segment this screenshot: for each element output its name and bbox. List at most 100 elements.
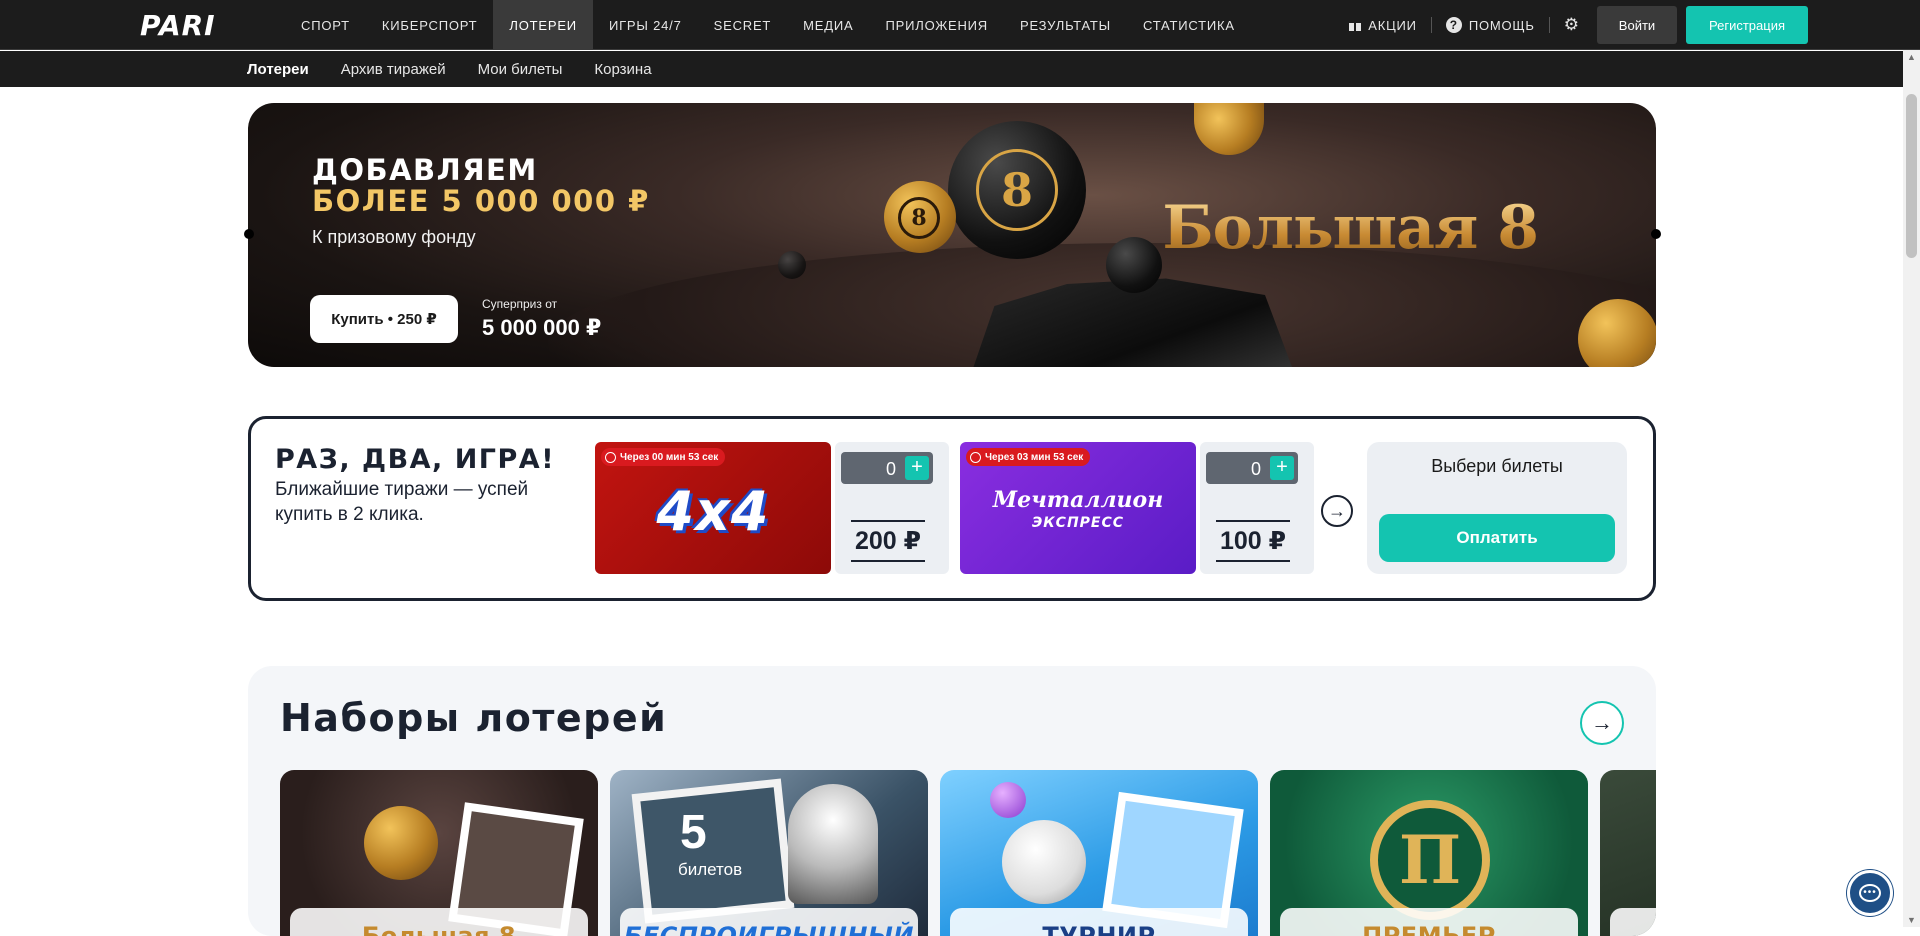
hero-banner[interactable]: 8 8 ДОБАВЛЯЕМ БОЛЕЕ 5 000 000 ₽ К призов… bbox=[248, 103, 1656, 367]
ticket-price: 200 ₽ bbox=[851, 520, 925, 562]
quick-play-title: РАЗ, ДВА, ИГРА! bbox=[275, 444, 556, 475]
astronaut-image bbox=[788, 784, 878, 904]
help-icon: ? bbox=[1445, 17, 1462, 33]
carousel-dot[interactable] bbox=[244, 229, 254, 239]
buy-button[interactable]: Купить • 250 ₽ bbox=[310, 295, 458, 343]
top-navbar: PARI СПОРТ КИБЕРСПОРТ ЛОТЕРЕИ ИГРЫ 24/7 … bbox=[0, 0, 1920, 50]
set-card[interactable]: ТУРНИР bbox=[940, 770, 1258, 936]
login-button[interactable]: Войти bbox=[1597, 6, 1677, 44]
hero-title: ДОБАВЛЯЕМ bbox=[312, 153, 538, 187]
pari-logo[interactable]: PARI bbox=[140, 8, 216, 42]
subnav-item-archive[interactable]: Архив тиражей bbox=[341, 61, 446, 78]
nav-item-secret[interactable]: SECRET bbox=[698, 0, 788, 50]
quantity-value: 0 bbox=[885, 459, 896, 479]
ticket-count-number: 5 bbox=[680, 806, 707, 859]
payment-card: Выбери билеты Оплатить bbox=[1367, 442, 1627, 574]
logo-text: PARI bbox=[140, 8, 216, 42]
clock-icon bbox=[970, 451, 981, 463]
promo-label: АКЦИИ bbox=[1368, 17, 1417, 33]
chat-button[interactable]: ••• bbox=[1847, 870, 1893, 916]
nav-item-lotteries[interactable]: ЛОТЕРЕИ bbox=[493, 0, 593, 50]
subnav-item-cart[interactable]: Корзина bbox=[594, 61, 651, 78]
carousel-dot[interactable] bbox=[1651, 229, 1661, 239]
nav-item-media[interactable]: МЕДИА bbox=[787, 0, 869, 50]
scroll-up-icon[interactable]: ▲ bbox=[1907, 52, 1916, 62]
hero-ball-image bbox=[778, 251, 806, 279]
lottery-logo-mechtallion: Мечталлион bbox=[992, 487, 1164, 513]
hero-ball-image bbox=[1578, 299, 1656, 367]
nav-item-statistics[interactable]: СТАТИСТИКА bbox=[1127, 0, 1251, 50]
help-label: ПОМОЩЬ bbox=[1468, 17, 1535, 33]
superprize-value: 5 000 000 ₽ bbox=[482, 315, 602, 340]
gift-icon bbox=[1349, 19, 1362, 31]
ball-number: 8 bbox=[898, 197, 940, 239]
timer-text: Через 00 мин 53 сек bbox=[620, 451, 719, 463]
lottery-sets-section: Наборы лотерей → Большая 8 5 билетов БЕС… bbox=[248, 666, 1656, 936]
quick-play-section: РАЗ, ДВА, ИГРА! Ближайшие тиражи — успей… bbox=[248, 416, 1656, 601]
help-link[interactable]: ? ПОМОЩЬ bbox=[1432, 17, 1549, 33]
photo-frame-image bbox=[631, 778, 795, 924]
set-card-label: БЕСПРОИГРЫШНЫЙ bbox=[620, 908, 918, 936]
plus-icon[interactable]: + bbox=[1270, 456, 1294, 480]
hero-subtitle: К призовому фонду bbox=[312, 227, 476, 247]
set-card[interactable]: 5 билетов БЕСПРОИГРЫШНЫЙ bbox=[610, 770, 928, 936]
nav-item-games[interactable]: ИГРЫ 24/7 bbox=[593, 0, 698, 50]
nav-item-sport[interactable]: СПОРТ bbox=[285, 0, 366, 50]
hero-title-amount: БОЛЕЕ 5 000 000 ₽ bbox=[312, 184, 650, 218]
main-nav: СПОРТ КИБЕРСПОРТ ЛОТЕРЕИ ИГРЫ 24/7 SECRE… bbox=[285, 0, 1251, 50]
gear-icon[interactable]: ⚙ bbox=[1550, 15, 1593, 35]
ticket-counter: 0 + 200 ₽ bbox=[835, 442, 949, 574]
scroll-down-icon[interactable]: ▼ bbox=[1907, 915, 1916, 925]
right-nav: АКЦИИ ? ПОМОЩЬ ⚙ Войти Регистрация bbox=[1335, 0, 1808, 50]
set-card[interactable] bbox=[1600, 770, 1656, 936]
set-card-label: ПРЕМЬЕР bbox=[1280, 908, 1578, 936]
quantity-stepper[interactable]: 0 + bbox=[841, 452, 933, 484]
lottery-logo-4x4: 4x4 bbox=[656, 480, 770, 543]
payment-title: Выбери билеты bbox=[1431, 456, 1563, 476]
set-card[interactable]: П ПРЕМЬЕР bbox=[1270, 770, 1588, 936]
hero-ball-image: 8 bbox=[948, 121, 1086, 259]
set-card-label: Большая 8 bbox=[290, 908, 588, 936]
chat-icon: ••• bbox=[1859, 884, 1881, 902]
quantity-value: 0 bbox=[1250, 459, 1261, 479]
arrow-right-icon[interactable]: → bbox=[1580, 701, 1624, 745]
hero-ball-image: 8 bbox=[884, 181, 956, 253]
pay-button[interactable]: Оплатить bbox=[1379, 514, 1615, 562]
nav-item-esports[interactable]: КИБЕРСПОРТ bbox=[366, 0, 494, 50]
set-card-label: ТУРНИР bbox=[950, 908, 1248, 936]
ball-number: 8 bbox=[976, 149, 1058, 231]
lottery-logo: Большая 8 bbox=[1162, 193, 1539, 263]
ball-image bbox=[364, 806, 438, 880]
lottery-ticket-4x4[interactable]: Через 00 мин 53 сек 4x4 bbox=[595, 442, 831, 574]
quick-play-subtitle: Ближайшие тиражи — успей купить в 2 клик… bbox=[275, 479, 529, 525]
timer-text: Через 03 мин 53 сек bbox=[985, 451, 1084, 463]
football-image bbox=[1002, 820, 1086, 904]
nav-item-apps[interactable]: ПРИЛОЖЕНИЯ bbox=[869, 0, 1004, 50]
set-card-label bbox=[1610, 908, 1656, 936]
ticket-count-word: билетов bbox=[678, 860, 743, 879]
hero-ball-image bbox=[1194, 103, 1264, 155]
quantity-stepper[interactable]: 0 + bbox=[1206, 452, 1298, 484]
subnav-item-my-tickets[interactable]: Мои билеты bbox=[478, 61, 563, 78]
plus-icon[interactable]: + bbox=[905, 456, 929, 480]
lottery-ticket-mechtallion[interactable]: Через 03 мин 53 сек Мечталлион ЭКСПРЕСС bbox=[960, 442, 1196, 574]
ticket-price: 100 ₽ bbox=[1216, 520, 1290, 562]
draw-timer: Через 00 мин 53 сек bbox=[601, 448, 726, 466]
draw-timer: Через 03 мин 53 сек bbox=[966, 448, 1091, 466]
clock-icon bbox=[605, 451, 616, 463]
set-card[interactable]: Большая 8 bbox=[280, 770, 598, 936]
nav-item-results[interactable]: РЕЗУЛЬТАТЫ bbox=[1004, 0, 1127, 50]
promo-link[interactable]: АКЦИИ bbox=[1335, 18, 1431, 33]
scrollbar-thumb[interactable] bbox=[1906, 94, 1917, 258]
subnav-item-lotteries[interactable]: Лотереи bbox=[247, 61, 309, 78]
section-title: Наборы лотерей bbox=[280, 696, 668, 740]
premier-logo-image: П bbox=[1370, 800, 1490, 920]
ticket-counter: 0 + 100 ₽ bbox=[1200, 442, 1314, 574]
sub-navbar: Лотереи Архив тиражей Мои билеты Корзина bbox=[0, 51, 1905, 87]
subnav: Лотереи Архив тиражей Мои билеты Корзина bbox=[247, 51, 652, 87]
page-scrollbar[interactable]: ▲ ▼ bbox=[1903, 50, 1920, 927]
superprize-label: Суперприз от bbox=[482, 297, 558, 311]
register-button[interactable]: Регистрация bbox=[1686, 6, 1808, 44]
lottery-logo-sub: ЭКСПРЕСС bbox=[1031, 515, 1125, 531]
arrow-right-icon[interactable]: → bbox=[1321, 495, 1353, 527]
